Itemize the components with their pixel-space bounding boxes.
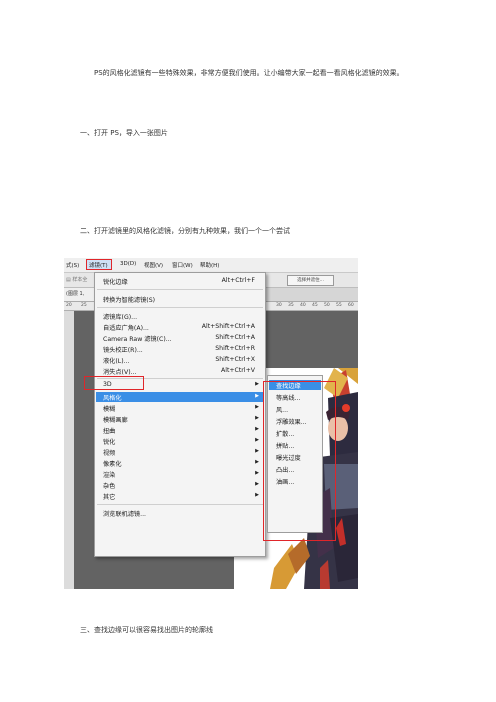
document-tab[interactable]: (图层 1, [64,288,96,301]
menu-item-render[interactable]: 渲染 [103,470,115,479]
menu-item-browse-online[interactable]: 浏览联机滤镜... [103,509,146,518]
menu-item-sharpen[interactable]: 锐化 [103,437,115,446]
menu-item-lens-correction[interactable]: 镜头校正(R)... [103,345,143,354]
chevron-right-icon: ▶ [255,492,259,498]
submenu-highlight-box [263,381,336,541]
menu-item-blur[interactable]: 模糊 [103,404,115,413]
chevron-right-icon: ▶ [255,404,259,410]
menu-help[interactable]: 帮助(H) [200,261,219,269]
menu-item-camera-raw[interactable]: Camera Raw 滤镜(C)... [103,334,172,343]
chevron-right-icon: ▶ [255,437,259,443]
shortcut: Alt+Shift+Ctrl+A [201,323,255,330]
step-3-heading: 三、查找边缘可以很容易找出图片的轮廓线 [80,626,213,634]
menu-separator [97,504,263,505]
menu-item-distort[interactable]: 扭曲 [103,426,115,435]
photoshop-screenshot: 式(S) 滤镜(T) 3D(D) 视图(V) 窗口(W) 帮助(H) ▤ 样本全… [64,258,358,589]
menu-item-adaptive-wide-angle[interactable]: 自适应广角(A)... [103,323,149,332]
shortcut: Alt+Ctrl+F [221,277,255,284]
ruler-tick: 50 [324,303,330,308]
menu-filter[interactable]: 滤镜(T) [89,261,108,269]
ruler-tick: 45 [312,303,318,308]
menu-item-stylize[interactable]: 风格化 [103,393,122,402]
menu-item-convert-smart-filter[interactable]: 转换为智能滤镜(S) [103,295,155,304]
chevron-right-icon: ▶ [255,381,259,387]
ruler-tick: 25 [81,303,87,308]
shortcut: Alt+Ctrl+V [221,367,255,374]
intro-paragraph: PS的风格化滤镜有一些特殊效果，非常方便我们使用。让小编带大家一起看一看风格化滤… [94,69,404,77]
menu-item-blur-gallery[interactable]: 模糊画廊 [103,415,128,424]
menu-item-filter-gallery[interactable]: 滤镜库(G)... [103,312,137,321]
ruler-tick: 60 [348,303,354,308]
menu-separator [97,307,263,308]
chevron-right-icon: ▶ [255,448,259,454]
step-2-heading: 二、打开滤镜里的风格化滤镜，分别有九种效果，我们一个一个尝试 [80,227,290,235]
menu-separator [97,289,263,290]
chevron-right-icon: ▶ [255,393,259,399]
ruler-tick: 20 [66,303,72,308]
shortcut: Shift+Ctrl+A [215,334,255,341]
step-1-heading: 一、打开 PS，导入一张图片 [80,129,168,137]
menu-item-vanishing-point[interactable]: 消失点(V)... [103,367,137,376]
ruler-tick: 40 [300,303,306,308]
menu-item-other[interactable]: 其它 [103,492,115,501]
menu-3d[interactable]: 3D(D) [120,261,136,267]
filter-dropdown-menu: 锐化边缘 Alt+Ctrl+F 转换为智能滤镜(S) 滤镜库(G)... 自适应… [94,272,266,557]
ruler-tick: 55 [336,303,342,308]
menu-type[interactable]: 式(S) [66,261,79,269]
chevron-right-icon: ▶ [255,481,259,487]
ruler-tick: 30 [276,303,282,308]
shortcut: Shift+Ctrl+X [215,356,255,363]
stylize-highlight-box [84,376,144,390]
chevron-right-icon: ▶ [255,470,259,476]
menu-item-video[interactable]: 视频 [103,448,115,457]
chevron-right-icon: ▶ [255,459,259,465]
menu-item-liquify[interactable]: 液化(L)... [103,356,130,365]
sample-all-option[interactable]: ▤ 样本全 [66,276,87,283]
chevron-right-icon: ▶ [255,415,259,421]
menu-view[interactable]: 视图(V) [144,261,163,269]
menu-item-noise[interactable]: 杂色 [103,481,115,490]
menu-window[interactable]: 窗口(W) [172,261,193,269]
menu-item-pixelate[interactable]: 像素化 [103,459,122,468]
chevron-right-icon: ▶ [255,426,259,432]
ruler-tick: 35 [288,303,294,308]
shortcut: Shift+Ctrl+R [215,345,255,352]
select-and-mask-button[interactable]: 选择并遮住... [287,275,334,286]
menu-item-sharpen-edges[interactable]: 锐化边缘 [103,277,128,286]
menubar: 式(S) 滤镜(T) 3D(D) 视图(V) 窗口(W) 帮助(H) [64,258,358,273]
canvas-margin [64,311,74,589]
